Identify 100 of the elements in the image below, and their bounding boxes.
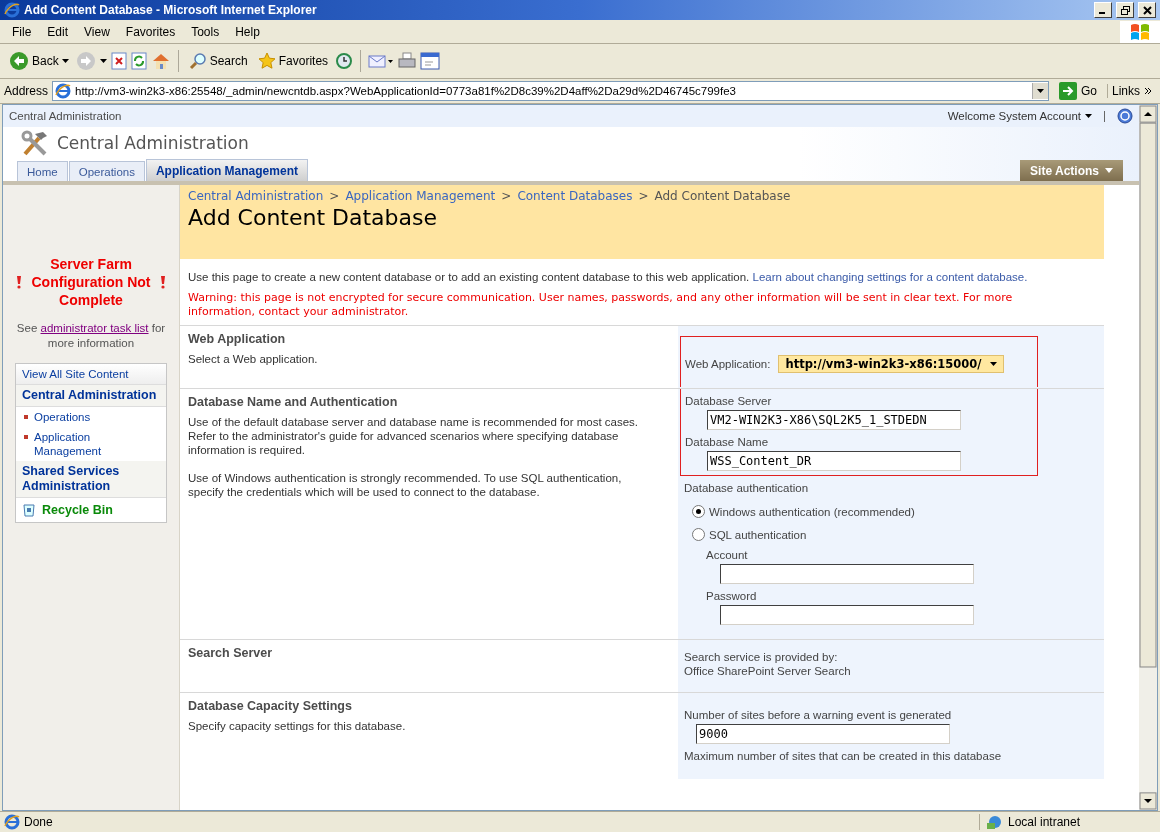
text-field[interactable]: WSS_Content_DR (707, 451, 961, 471)
go-button[interactable]: Go (1052, 82, 1103, 100)
field-label: Database Server (685, 395, 773, 407)
recycle-bin-icon (22, 503, 36, 517)
nav-item[interactable]: Operations (34, 410, 91, 424)
address-label: Address (4, 84, 49, 98)
status-text: Done (24, 815, 54, 829)
bullet-icon (24, 435, 28, 439)
menu-item[interactable]: Favorites (117, 24, 184, 39)
section-heading: Web Application (188, 332, 287, 346)
links-button[interactable]: Links (1107, 84, 1156, 98)
intro-text: Use this page to create a new content database or to add an existing content database to this web application. Learn about changing settings for a content database. (188, 271, 1029, 283)
nav-item[interactable]: Application Management (34, 430, 160, 458)
menu-item[interactable]: Edit (39, 24, 77, 39)
close-icon (1142, 5, 1152, 15)
breadcrumb-separator: > (329, 189, 340, 203)
help-link[interactable]: Learn about changing settings for a content database. (752, 271, 1028, 283)
caret-icon (1105, 168, 1113, 173)
task-list-note: See administrator task list for more information (15, 321, 167, 351)
breadcrumb-link[interactable]: Content Databases (517, 189, 633, 203)
search-icon[interactable] (188, 52, 207, 70)
menu-item[interactable]: View (76, 24, 118, 39)
restore-icon (1120, 5, 1130, 15)
text-field[interactable]: VM2-WIN2K3-X86\SQL2K5_1_STDEDN (707, 410, 961, 430)
info-text: Search service is provided by: (684, 650, 839, 664)
edit-icon[interactable] (420, 52, 441, 70)
back-icon[interactable] (9, 51, 29, 71)
tools-icon (21, 130, 49, 156)
field-label: Database authentication (684, 482, 810, 494)
refresh-icon[interactable] (130, 52, 147, 70)
breadcrumb-link[interactable]: Application Management (345, 189, 496, 203)
field-label: Maximum number of sites that can be created in this database (684, 750, 1003, 762)
mail-icon[interactable] (368, 52, 395, 70)
search-button[interactable]: Search (185, 50, 251, 72)
restore-button[interactable] (1116, 2, 1134, 18)
menu-item[interactable]: Help (227, 24, 268, 39)
exclamation-icon (16, 275, 22, 289)
close-button[interactable] (1138, 2, 1156, 18)
field-label: Password (706, 590, 758, 602)
radio-label: SQL authentication (709, 528, 807, 541)
star-icon[interactable] (257, 52, 276, 70)
warning-text: Warning: this page is not encrypted for secure communication. User names, passwords, and any other information will be sent in clear text. For more information, contact your administrator. (188, 291, 1014, 319)
back-button[interactable]: Back (6, 49, 72, 73)
history-icon[interactable] (335, 52, 354, 70)
task-list-link[interactable]: administrator task list (40, 322, 149, 334)
ie-icon (4, 2, 20, 18)
text-field[interactable] (720, 605, 974, 625)
caret-icon (61, 59, 69, 63)
menu-item[interactable]: Tools (183, 24, 228, 39)
printer-icon[interactable] (398, 52, 417, 70)
alert-text: Server Farm Configuration Not Complete (30, 255, 152, 309)
section-heading: Database Capacity Settings (188, 699, 353, 713)
breadcrumb-current: Add Content Database (654, 189, 791, 203)
breadcrumb-separator: > (638, 189, 649, 203)
ie-icon (4, 814, 20, 830)
welcome-menu[interactable]: Welcome System Account (947, 110, 1081, 122)
tab[interactable]: Operations (68, 161, 145, 181)
help-icon[interactable] (1117, 108, 1133, 124)
tab[interactable]: Home (17, 161, 68, 181)
site-actions-button[interactable]: Site Actions (1020, 160, 1123, 181)
section-heading: Search Server (188, 646, 274, 660)
scrollbar[interactable] (1139, 105, 1157, 810)
zone-text: Local intranet (1008, 815, 1081, 829)
bullet-icon (24, 415, 28, 419)
radio-label: Windows authentication (recommended) (709, 505, 915, 518)
stop-icon[interactable] (110, 52, 127, 70)
field-label: Number of sites before a warning event is generated (684, 709, 953, 721)
site-title: Central Administration (57, 133, 249, 153)
address-field[interactable]: http://vm3-win2k3-x86:25548/_admin/newcntdb.aspx?WebApplicationId=0773a81f%2D8c39%2D4aff%2Da29d%2D46745c799fe3 (52, 81, 1049, 101)
field-label: Account (706, 549, 749, 561)
web-application-dropdown[interactable]: http://vm3-win2k3-x86:15000/ (778, 355, 1004, 373)
breadcrumb-link[interactable]: Central Administration (188, 189, 324, 203)
radio-button[interactable] (692, 505, 705, 518)
menu-item[interactable]: File (4, 24, 40, 39)
recycle-bin-link[interactable]: Recycle Bin (42, 503, 113, 517)
field-label: Web Application: (685, 358, 771, 370)
nav-heading[interactable]: Shared Services Administration (16, 461, 166, 498)
caret-icon (99, 59, 107, 63)
text-field[interactable] (720, 564, 974, 584)
window-title: Add Content Database - Microsoft Internet Explorer (24, 3, 318, 17)
windows-logo (1120, 20, 1160, 43)
favorites-button[interactable]: Favorites (254, 50, 332, 72)
ie-icon (55, 83, 72, 99)
text-field[interactable]: 9000 (696, 724, 950, 744)
site-link[interactable]: Central Administration (9, 110, 122, 122)
caret-icon (989, 362, 997, 366)
radio-button[interactable] (692, 528, 705, 541)
minimize-button[interactable] (1094, 2, 1112, 18)
section-description: Use of the default database server and database name is recommended for most cases. Refer to the administrator's guide for advanced scenarios where specifying database information is required. (188, 415, 640, 457)
tab[interactable]: Application Management (145, 159, 308, 181)
field-label: Database Name (685, 436, 770, 448)
caret-icon (1085, 114, 1092, 118)
info-text: Office SharePoint Server Search (684, 664, 852, 678)
chevron-icon (1144, 87, 1152, 95)
caret-icon (1036, 89, 1044, 93)
nav-heading[interactable]: Central Administration (16, 385, 166, 407)
section-description: Select a Web application. (188, 352, 319, 366)
section-description: Specify capacity settings for this database. (188, 719, 407, 733)
page-title: Add Content Database (188, 205, 439, 230)
section-description: Use of Windows authentication is strongly recommended. To use SQL authentication, specify the credentials which will be used to connect to the database. (188, 471, 623, 499)
